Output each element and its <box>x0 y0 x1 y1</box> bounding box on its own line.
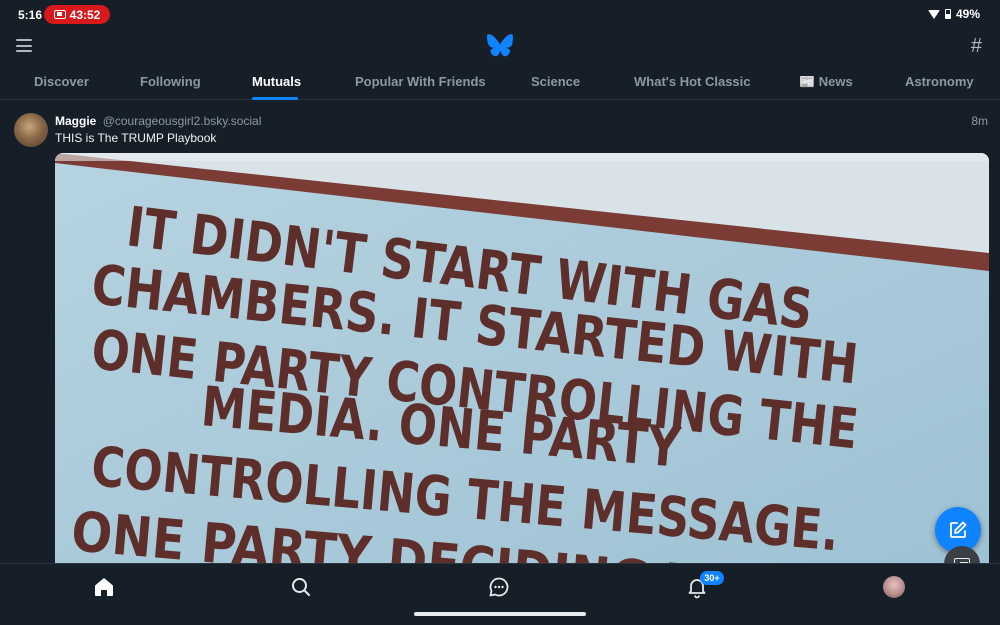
butterfly-logo[interactable] <box>487 34 513 57</box>
tab-science[interactable]: Science <box>531 74 580 89</box>
home-tab[interactable] <box>92 575 116 599</box>
tab-following[interactable]: Following <box>140 74 201 89</box>
tab-discover[interactable]: Discover <box>34 74 89 89</box>
author-name[interactable]: Maggie <box>55 114 96 128</box>
menu-icon[interactable] <box>16 39 32 52</box>
profile-tab-avatar[interactable] <box>883 576 905 598</box>
status-time: 5:16 <box>18 8 43 22</box>
bottom-navigation: 30+ <box>0 563 1000 625</box>
active-tab-indicator <box>252 97 298 100</box>
author-handle[interactable]: @courageousgirl2.bsky.social <box>103 114 262 128</box>
home-icon <box>95 578 113 596</box>
search-tab[interactable] <box>289 575 313 599</box>
battery-icon <box>944 9 951 19</box>
screen-recording-indicator[interactable]: 43:52 <box>44 5 110 24</box>
compose-icon <box>950 521 967 538</box>
tab-mutuals[interactable]: Mutuals <box>252 74 301 89</box>
wifi-icon <box>927 9 940 19</box>
notifications-badge: 30+ <box>700 571 724 585</box>
status-bar: 5:16 43:52 49% <box>0 0 1000 30</box>
tab-popular-with-friends[interactable]: Popular With Friends <box>355 74 486 89</box>
chat-icon <box>489 577 509 597</box>
recording-timer: 43:52 <box>69 7 101 22</box>
post-image[interactable]: IT DIDN'T START WITH GAS CHAMBERS. IT ST… <box>55 153 989 565</box>
chat-tab[interactable] <box>487 575 511 599</box>
status-right: 49% <box>927 7 980 21</box>
author-avatar[interactable] <box>14 113 48 147</box>
post-text: THIS is The TRUMP Playbook <box>55 131 217 145</box>
post-timestamp: 8m <box>971 114 988 128</box>
tab-astronomy[interactable]: Astronomy <box>905 74 974 89</box>
tab-whats-hot-classic[interactable]: What's Hot Classic <box>634 74 751 89</box>
screen-record-icon <box>53 10 66 19</box>
search-icon <box>292 578 310 596</box>
feed-tabs: Discover Following Mutuals Popular With … <box>0 68 1000 100</box>
tab-news[interactable]: 📰 News <box>799 74 853 90</box>
battery-level: 49% <box>955 7 980 21</box>
hash-icon[interactable]: # <box>971 36 982 56</box>
post-header: Maggie @courageousgirl2.bsky.social <box>55 114 261 128</box>
gesture-home-indicator <box>414 612 586 616</box>
